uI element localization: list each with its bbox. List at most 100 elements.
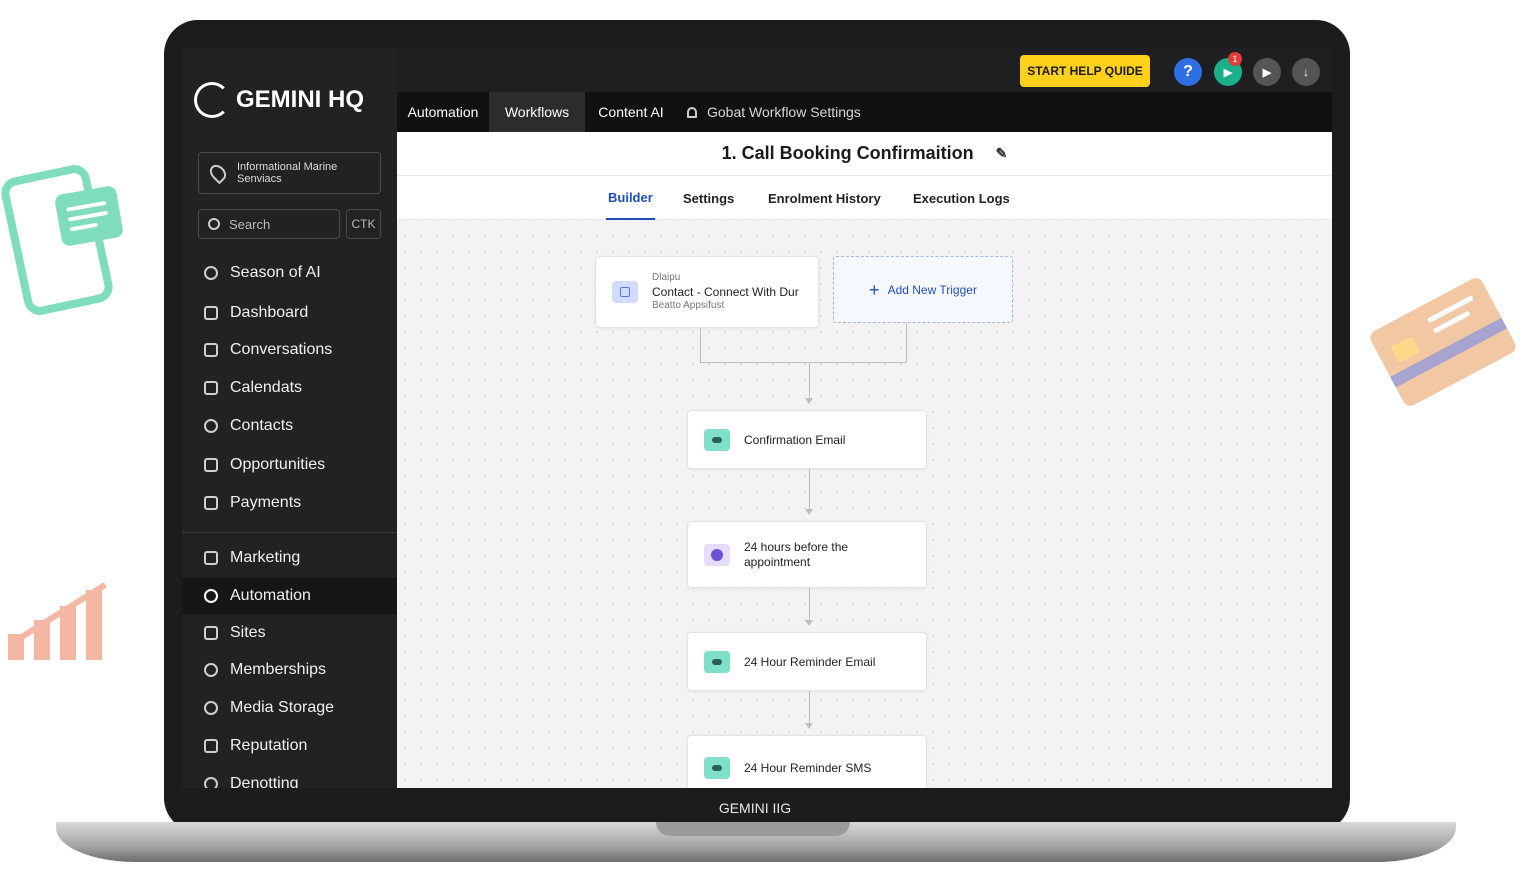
connector-arrow-icon	[805, 620, 813, 626]
subtab-builder[interactable]: Builder	[606, 176, 655, 220]
connector-arrow-icon	[805, 509, 813, 515]
app-screen: GEMINI HQ Informational Marine Senviacs …	[182, 48, 1332, 788]
tab-workflows[interactable]: Workflows	[489, 92, 585, 132]
connector-arrow-icon	[805, 398, 813, 404]
sidebar-item-label: Conversations	[230, 341, 333, 358]
sms-icon	[704, 757, 730, 779]
sidebar-item-sites[interactable]: Sites	[182, 615, 397, 651]
person-icon	[204, 419, 218, 433]
connector-line	[700, 362, 907, 363]
location-switcher[interactable]: Informational Marine Senviacs	[198, 152, 381, 194]
app-logo[interactable]: GEMINI HQ	[194, 82, 364, 118]
growth-chart-icon	[8, 560, 108, 660]
sidebar-item-label: Reputation	[230, 737, 308, 754]
sidebar-item-automation[interactable]: Automation	[182, 578, 397, 614]
sidebar: GEMINI HQ Informational Marine Senviacs …	[182, 48, 397, 788]
workflow-title-bar: 1. Call Booking Confirmaition ✎	[397, 132, 1332, 176]
step-label: Confirmation Email	[744, 432, 846, 447]
sidebar-item-memberships[interactable]: Memberships	[182, 652, 397, 688]
trigger-node[interactable]: Dlaipu Contact - Connect With Dur Beatto…	[595, 256, 819, 328]
step-reminder-sms[interactable]: 24 Hour Reminder SMS	[687, 735, 927, 788]
wifi-icon	[204, 266, 218, 280]
main-nav: Automation Workflows Content AI Gobat Wo…	[397, 92, 1332, 132]
sidebar-item-label: Memberships	[230, 661, 327, 678]
download-icon[interactable]: ↓	[1292, 58, 1320, 86]
plus-icon: +	[869, 279, 880, 300]
search-shortcut-button[interactable]: CTK	[346, 209, 381, 239]
sidebar-item-denotting[interactable]: Denotting	[182, 766, 397, 788]
monitor-icon	[204, 496, 218, 510]
workflow-canvas: 1. Call Booking Confirmaition ✎ Builder …	[397, 132, 1332, 788]
trigger-line-1: Contact - Connect With Dur	[652, 285, 799, 299]
sidebar-item-calendars[interactable]: Calendats	[182, 370, 397, 406]
laptop-notch	[656, 822, 850, 836]
workflow-settings-label: Gobat Workflow Settings	[707, 104, 861, 120]
connector-line	[700, 328, 701, 362]
wait-clock-icon	[704, 543, 730, 566]
sidebar-search-input[interactable]: Search	[198, 209, 340, 239]
square-icon	[204, 458, 218, 472]
step-wait-24-hours[interactable]: 24 hours before the appointment	[687, 521, 927, 588]
sidebar-item-media-storage[interactable]: Media Storage	[182, 690, 397, 726]
circle-icon	[204, 589, 218, 603]
help-question-icon[interactable]: ?	[1174, 58, 1202, 86]
sidebar-item-label: Denotting	[230, 775, 299, 788]
subtab-execution-logs[interactable]: Execution Logs	[913, 176, 1010, 220]
sidebar-item-dashboard[interactable]: Dashboard	[182, 295, 397, 331]
connector-line	[809, 362, 810, 400]
connector-line	[809, 691, 810, 725]
subtab-settings[interactable]: Settings	[683, 176, 734, 220]
edit-pencil-icon[interactable]: ✎	[996, 145, 1008, 162]
trigger-line-2: Beatto Appsifust	[652, 300, 725, 311]
start-help-guide-button[interactable]: START HELP QUIDE	[1020, 55, 1150, 87]
square-icon	[204, 739, 218, 753]
pin-icon	[204, 701, 218, 715]
search-icon	[208, 218, 220, 230]
add-trigger-label: Add New Trigger	[887, 282, 977, 297]
square-icon	[204, 306, 218, 320]
sidebar-item-label: Marketing	[230, 549, 301, 566]
sidebar-item-label: Opportunities	[230, 456, 326, 473]
step-reminder-email[interactable]: 24 Hour Reminder Email	[687, 632, 927, 691]
logo-icon	[194, 82, 230, 118]
credit-card-icon	[1367, 275, 1519, 409]
app-name: GEMINI HQ	[236, 86, 365, 113]
sidebar-item-label: Payments	[230, 494, 302, 511]
add-new-trigger-button[interactable]: + Add New Trigger	[833, 256, 1013, 323]
step-confirmation-email[interactable]: Confirmation Email	[687, 410, 927, 469]
calendar-icon	[204, 381, 218, 395]
page-title: 1. Call Booking Confirmaition	[721, 143, 974, 163]
step-label: 24 Hour Reminder SMS	[744, 761, 872, 775]
person-icon	[204, 663, 218, 677]
email-icon	[704, 428, 730, 451]
sidebar-item-reputation[interactable]: Reputation	[182, 728, 397, 764]
pin-icon	[204, 777, 218, 788]
workflow-subtabs: Builder Settings Enrolment History Execu…	[397, 176, 1332, 220]
sidebar-item-marketing[interactable]: Marketing	[182, 540, 397, 576]
square-icon	[204, 343, 218, 357]
laptop-brand-label: GEMINI IIG	[718, 800, 792, 816]
notification-badge: 1	[1228, 52, 1242, 66]
sidebar-item-label: Contacts	[230, 417, 294, 434]
step-label: 24 Hour Reminder Email	[744, 654, 876, 669]
sidebar-item-conversations[interactable]: Conversations	[182, 332, 397, 368]
cart-icon	[204, 551, 218, 565]
trigger-text: Dlaipu Contact - Connect With Dur Beatto…	[652, 271, 799, 313]
sidebar-item-label: Calendats	[230, 379, 303, 396]
stage: GEMINI IIG GEMINI HQ Informational Marin…	[0, 0, 1534, 882]
location-name: Informational Marine Senviacs	[237, 161, 338, 185]
trigger-form-icon	[612, 281, 638, 303]
connector-arrow-icon	[805, 723, 813, 729]
subtab-enrolment-history[interactable]: Enrolment History	[768, 176, 881, 220]
sidebar-item-contacts[interactable]: Contacts	[182, 408, 397, 444]
email-icon	[704, 650, 730, 673]
sidebar-item-payments[interactable]: Payments	[182, 485, 397, 521]
tab-content-ai[interactable]: Content AI	[585, 92, 677, 132]
sidebar-item-season-of-ai[interactable]: Season of AI	[182, 255, 397, 291]
video-play-icon[interactable]: ▶	[1253, 58, 1281, 86]
sidebar-item-label: Media Storage	[230, 699, 335, 716]
sidebar-item-opportunities[interactable]: Opportunities	[182, 447, 397, 483]
sidebar-divider	[182, 532, 397, 533]
workflow-settings-link[interactable]: Gobat Workflow Settings	[687, 92, 861, 132]
tab-automation[interactable]: Automation	[397, 92, 489, 132]
